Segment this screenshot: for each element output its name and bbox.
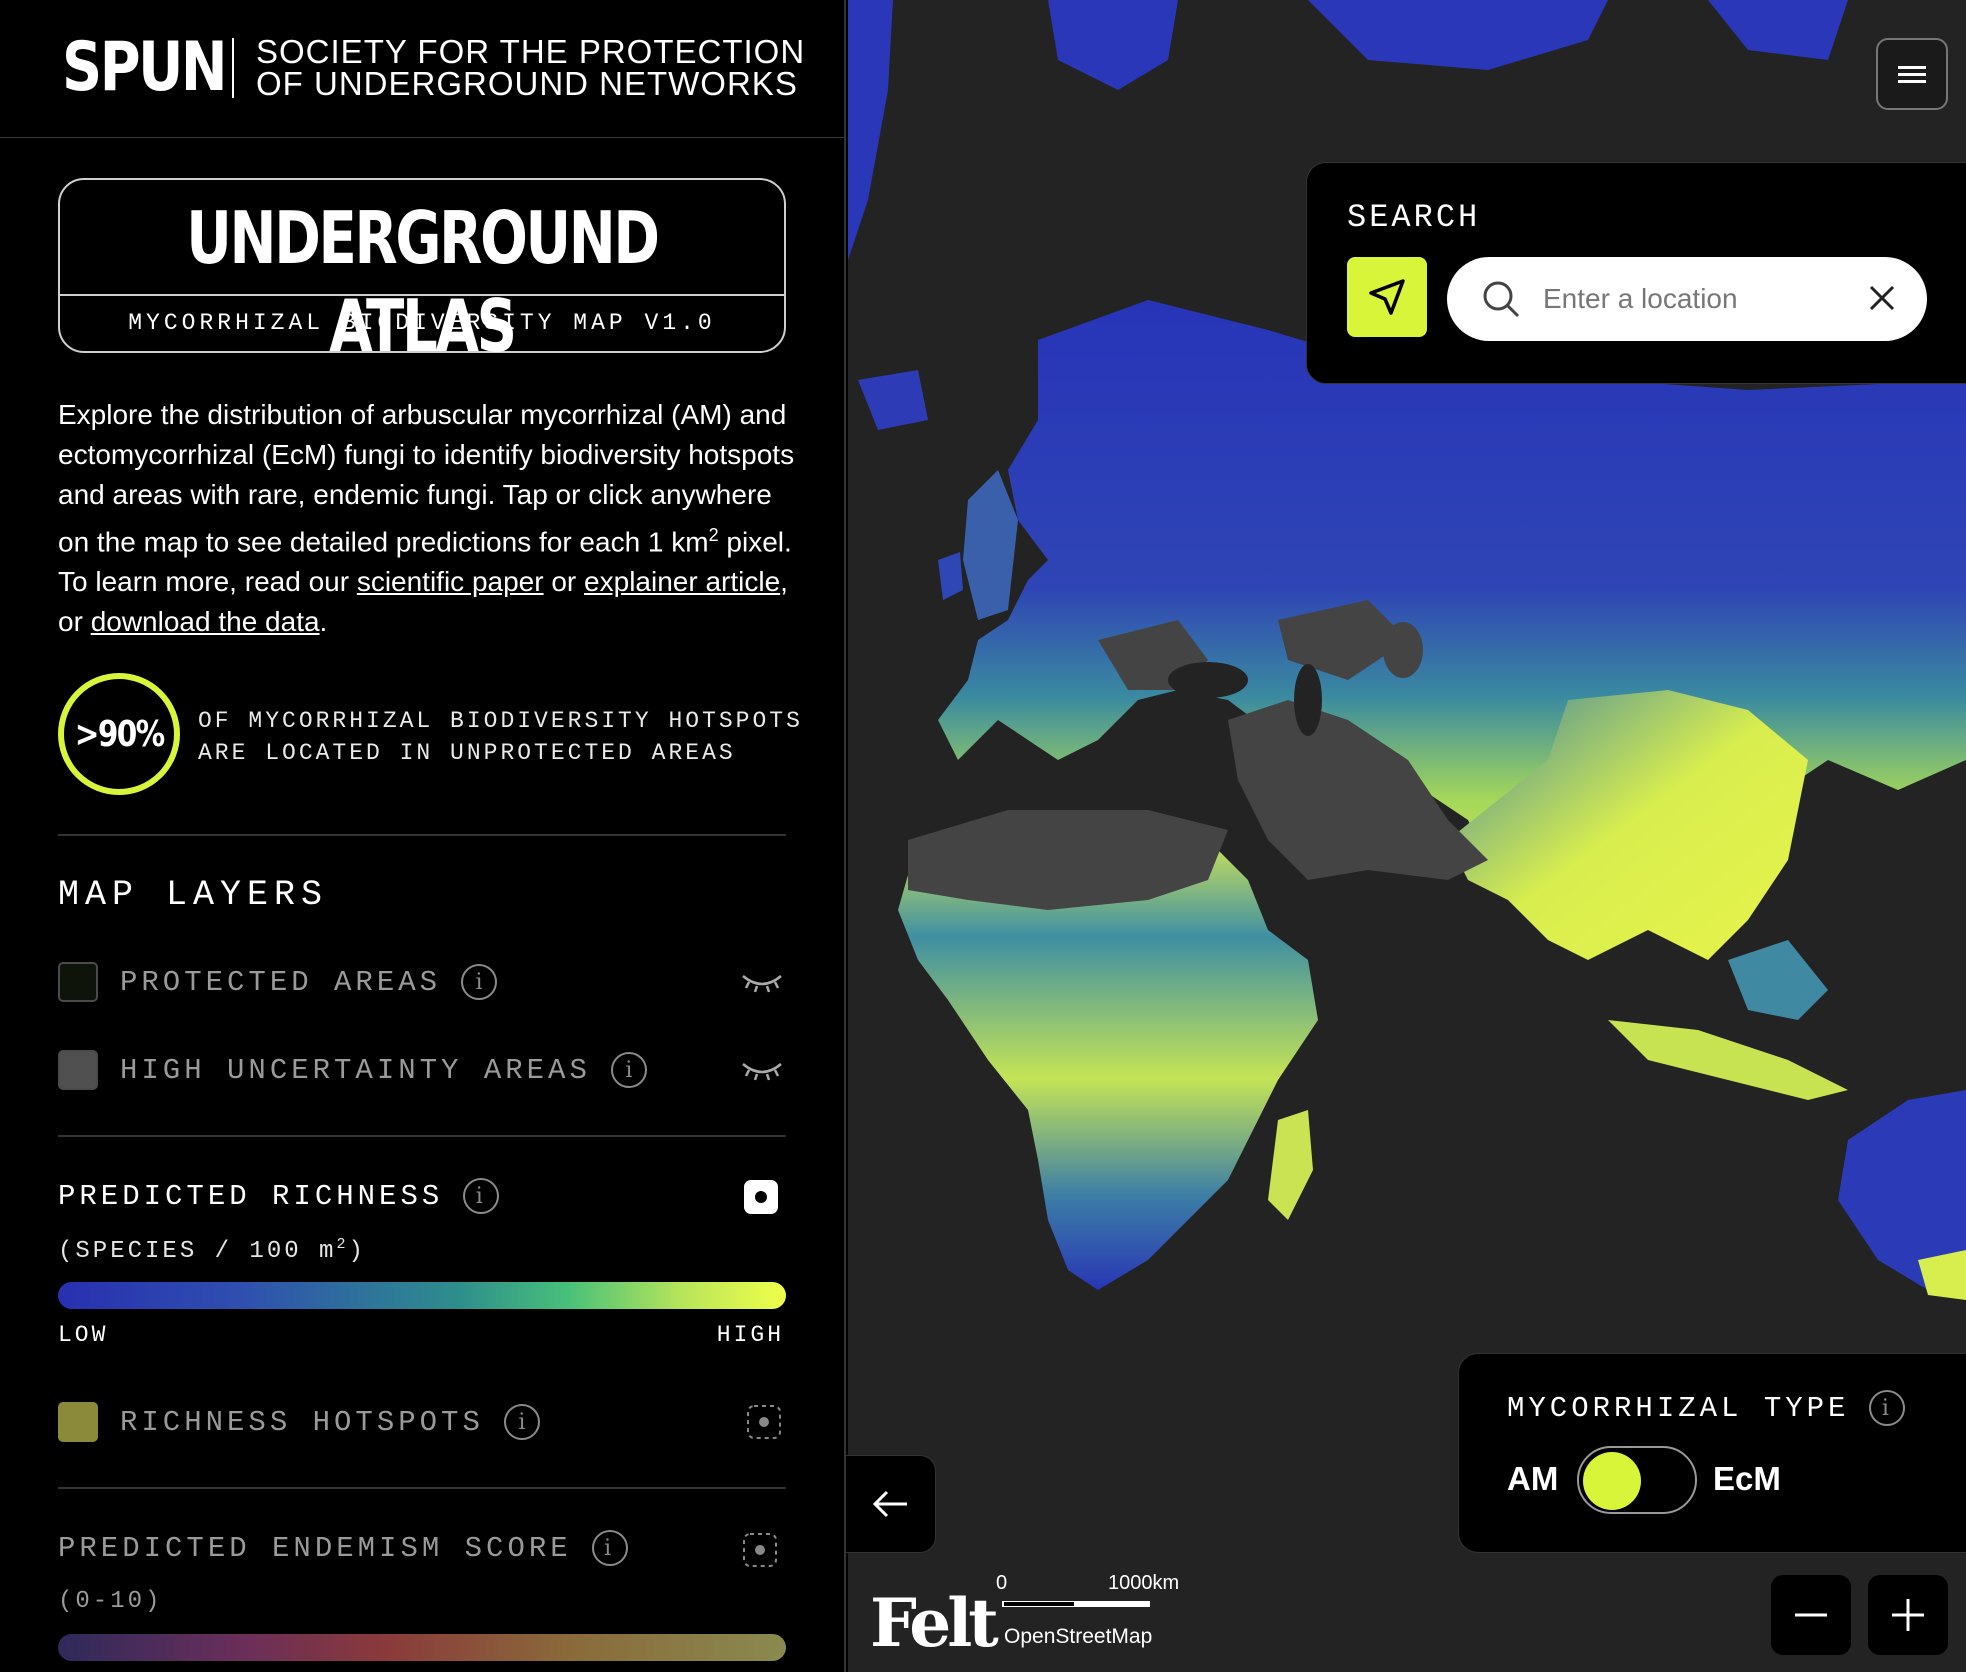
layer-high-uncertainty[interactable]: HIGH UNCERTAINTY AREAS i (58, 1048, 786, 1092)
stat-text: OF MYCORRHIZAL BIODIVERSITY HOTSPOTS ARE… (198, 705, 803, 769)
predicted-endemism-label: PREDICTED ENDEMISM SCORE (58, 1531, 572, 1565)
eye-closed-icon[interactable] (740, 1056, 784, 1082)
radio-unselected-icon[interactable] (746, 1404, 782, 1440)
info-icon[interactable]: i (463, 1178, 500, 1214)
intro-text-5: . (319, 606, 328, 638)
search-label: SEARCH (1347, 199, 1481, 236)
map-layers-title: MAP LAYERS (58, 875, 329, 915)
predicted-richness-label: PREDICTED RICHNESS (58, 1179, 444, 1213)
search-box[interactable] (1447, 257, 1927, 341)
endemism-unit: (0-10) (58, 1588, 163, 1615)
sidebar: SPUN SOCIETY FOR THE PROTECTION OF UNDER… (0, 0, 846, 1672)
hamburger-icon (1898, 62, 1926, 87)
predicted-richness-header: PREDICTED RICHNESS i (58, 1178, 500, 1214)
atlas-divider (60, 294, 784, 296)
protected-areas-swatch (58, 962, 98, 1002)
location-arrow-icon (1369, 279, 1405, 315)
scale-zero-label: 0 (996, 1572, 1008, 1594)
layer-protected-areas[interactable]: PROTECTED AREAS i (58, 960, 786, 1004)
mycorrhizal-type-header: MYCORRHIZAL TYPE i (1507, 1390, 1906, 1426)
richness-unit-end: ) (348, 1238, 366, 1265)
minus-icon (1795, 1613, 1827, 1617)
search-panel: SEARCH (1306, 162, 1966, 384)
society-line-2: OF UNDERGROUND NETWORKS (256, 65, 798, 102)
search-icon (1483, 281, 1520, 318)
search-input[interactable] (1541, 282, 1841, 316)
high-uncertainty-swatch (58, 1050, 98, 1090)
scientific-paper-link[interactable]: scientific paper (357, 566, 544, 597)
society-line-1: SOCIETY FOR THE PROTECTION (256, 33, 806, 70)
zoom-out-button[interactable] (1771, 1575, 1851, 1655)
header-divider (0, 137, 844, 138)
eye-closed-icon[interactable] (740, 968, 784, 994)
high-uncertainty-label: HIGH UNCERTAINTY AREAS (120, 1053, 591, 1087)
section-divider (58, 1487, 786, 1489)
richness-unit: (SPECIES / 100 m2) (58, 1236, 366, 1265)
richness-unit-text: (SPECIES / 100 m (58, 1238, 337, 1265)
download-data-link[interactable]: download the data (91, 606, 320, 637)
atlas-subtitle: MYCORRHIZAL BIODIVERSITY MAP V1.0 (128, 310, 716, 336)
close-icon[interactable] (1867, 283, 1897, 313)
endemism-color-scale (58, 1634, 786, 1661)
brand-header[interactable]: SPUN SOCIETY FOR THE PROTECTION OF UNDER… (62, 32, 805, 104)
mycorrhizal-type-toggle[interactable] (1577, 1446, 1697, 1514)
brand-divider (232, 38, 234, 98)
intro-sup: 2 (708, 525, 719, 545)
richness-color-scale (58, 1282, 786, 1309)
richness-hotspots-swatch (58, 1402, 98, 1442)
intro-text-3: or (543, 566, 585, 598)
layer-richness-hotspots[interactable]: RICHNESS HOTSPOTS i (58, 1400, 786, 1444)
ecm-label[interactable]: EcM (1713, 1460, 1781, 1498)
section-divider (58, 834, 786, 836)
intro-paragraph: Explore the distribution of arbuscular m… (58, 395, 798, 642)
menu-button[interactable] (1876, 38, 1948, 110)
mycorrhizal-type-title: MYCORRHIZAL TYPE (1507, 1391, 1850, 1425)
richness-radio-selected[interactable] (744, 1180, 778, 1214)
plus-icon (1892, 1599, 1924, 1631)
society-name: SOCIETY FOR THE PROTECTION OF UNDERGROUN… (256, 33, 806, 102)
toggle-knob (1583, 1452, 1641, 1510)
predicted-endemism-header: PREDICTED ENDEMISM SCORE i (58, 1530, 628, 1566)
scale-bar (1002, 1601, 1150, 1607)
stat-value: >90% (74, 713, 165, 755)
richness-unit-sup: 2 (336, 1236, 349, 1253)
info-icon[interactable]: i (591, 1530, 628, 1566)
explainer-article-link[interactable]: explainer article (584, 566, 780, 597)
intro-text-1: Explore the distribution of arbuscular m… (58, 399, 795, 558)
collapse-sidebar-button[interactable] (846, 1455, 936, 1553)
locate-button[interactable] (1347, 257, 1427, 337)
am-label[interactable]: AM (1507, 1460, 1558, 1498)
protected-areas-label: PROTECTED AREAS (120, 965, 442, 999)
info-icon[interactable]: i (610, 1052, 647, 1088)
stat-ring: >90% (58, 673, 180, 795)
atlas-title: UNDERGROUND ATLAS (186, 196, 660, 368)
info-icon[interactable]: i (1869, 1390, 1906, 1426)
richness-hotspots-label: RICHNESS HOTSPOTS (120, 1405, 484, 1439)
scale-low-label: LOW (58, 1322, 109, 1348)
radio-unselected-icon[interactable] (742, 1532, 778, 1568)
mycorrhizal-type-panel: MYCORRHIZAL TYPE i AM EcM (1458, 1353, 1966, 1553)
openstreetmap-attribution[interactable]: OpenStreetMap (1004, 1625, 1152, 1649)
arrow-left-icon (872, 1490, 907, 1518)
scale-high-label: HIGH (716, 1322, 784, 1348)
info-icon[interactable]: i (461, 964, 498, 1000)
zoom-in-button[interactable] (1868, 1575, 1948, 1655)
scale-km-label: 1000km (1108, 1572, 1180, 1594)
felt-logo[interactable]: Felt (870, 1584, 999, 1662)
stat-line-2: ARE LOCATED IN UNPROTECTED AREAS (198, 740, 736, 766)
section-divider (58, 1135, 786, 1137)
info-icon[interactable]: i (503, 1404, 540, 1440)
stat-line-1: OF MYCORRHIZAL BIODIVERSITY HOTSPOTS (198, 708, 803, 734)
spun-logo: SPUN (62, 28, 228, 107)
atlas-title-box: UNDERGROUND ATLAS MYCORRHIZAL BIODIVERSI… (58, 178, 786, 368)
